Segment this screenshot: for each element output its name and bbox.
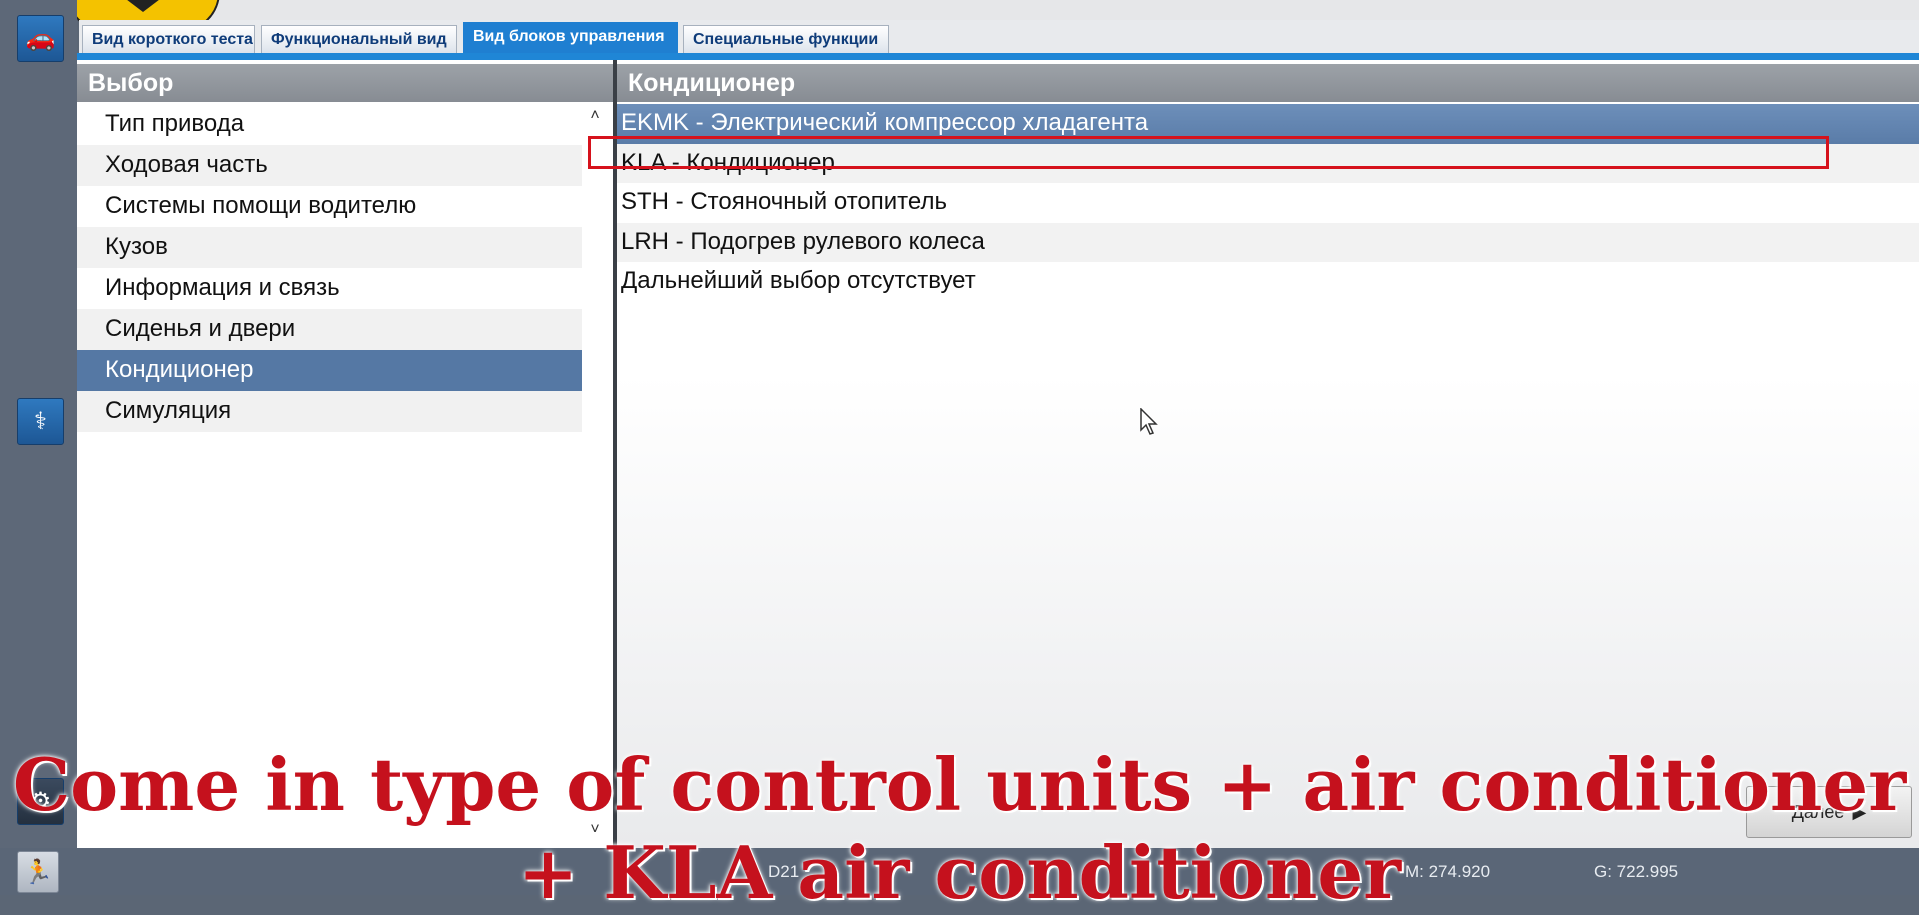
list-item-seats-doors[interactable]: Сиденья и двери [77, 309, 582, 350]
list-item-driver-assist[interactable]: Системы помощи водителю [77, 186, 582, 227]
highlight-rectangle [588, 136, 1829, 169]
caption-line-2: + KLA air conditioner [517, 830, 1402, 915]
control-units-list: EKMK - Электрический компрессор хладаген… [617, 104, 1919, 302]
list-item-air-conditioner[interactable]: Кондиционер [77, 350, 582, 391]
caption-line-1: Come in type of control units + air cond… [12, 742, 1907, 827]
control-unit-none: Дальнейший выбор отсутствует [621, 267, 976, 294]
selection-panel: Выбор Тип привода Ходовая часть Системы … [77, 60, 613, 848]
selection-scrollbar[interactable]: ˄ ˅ [585, 104, 605, 844]
list-item-drive-type[interactable]: Тип привода [77, 104, 582, 145]
selection-header: Выбор [77, 64, 613, 102]
tab-short-test[interactable]: Вид короткого теста [82, 25, 255, 53]
car-icon[interactable]: 🚗 [17, 15, 64, 62]
main-area: Выбор Тип привода Ходовая часть Системы … [77, 60, 1919, 848]
list-item-chassis[interactable]: Ходовая часть [77, 145, 582, 186]
top-strip [77, 0, 1919, 20]
selection-list: Тип привода Ходовая часть Системы помощи… [77, 104, 582, 432]
left-toolbar: 🚗 ⚕ ⚙ [0, 0, 77, 848]
tab-bar: Вид короткого теста Функциональный вид В… [79, 20, 1919, 54]
mouse-cursor-icon [1140, 408, 1158, 435]
control-unit-lrh[interactable]: LRH - Подогрев рулевого колеса [617, 222, 1919, 262]
stethoscope-icon[interactable]: ⚕ [17, 398, 64, 445]
control-units-panel: Кондиционер EKMK - Электрический компрес… [617, 60, 1919, 848]
tab-special-functions[interactable]: Специальные функции [683, 25, 889, 53]
list-item-simulation[interactable]: Симуляция [77, 391, 582, 432]
tab-underline [77, 53, 1919, 60]
control-units-header: Кондиционер [617, 64, 1919, 102]
control-unit-sth[interactable]: STH - Стояночный отопитель [617, 183, 1919, 223]
tab-functional-view[interactable]: Функциональный вид [261, 25, 457, 53]
scroll-up-icon[interactable]: ˄ [585, 106, 605, 126]
list-item-body[interactable]: Кузов [77, 227, 582, 268]
tab-control-units-view[interactable]: Вид блоков управления [463, 22, 678, 53]
list-item-info-comm[interactable]: Информация и связь [77, 268, 582, 309]
